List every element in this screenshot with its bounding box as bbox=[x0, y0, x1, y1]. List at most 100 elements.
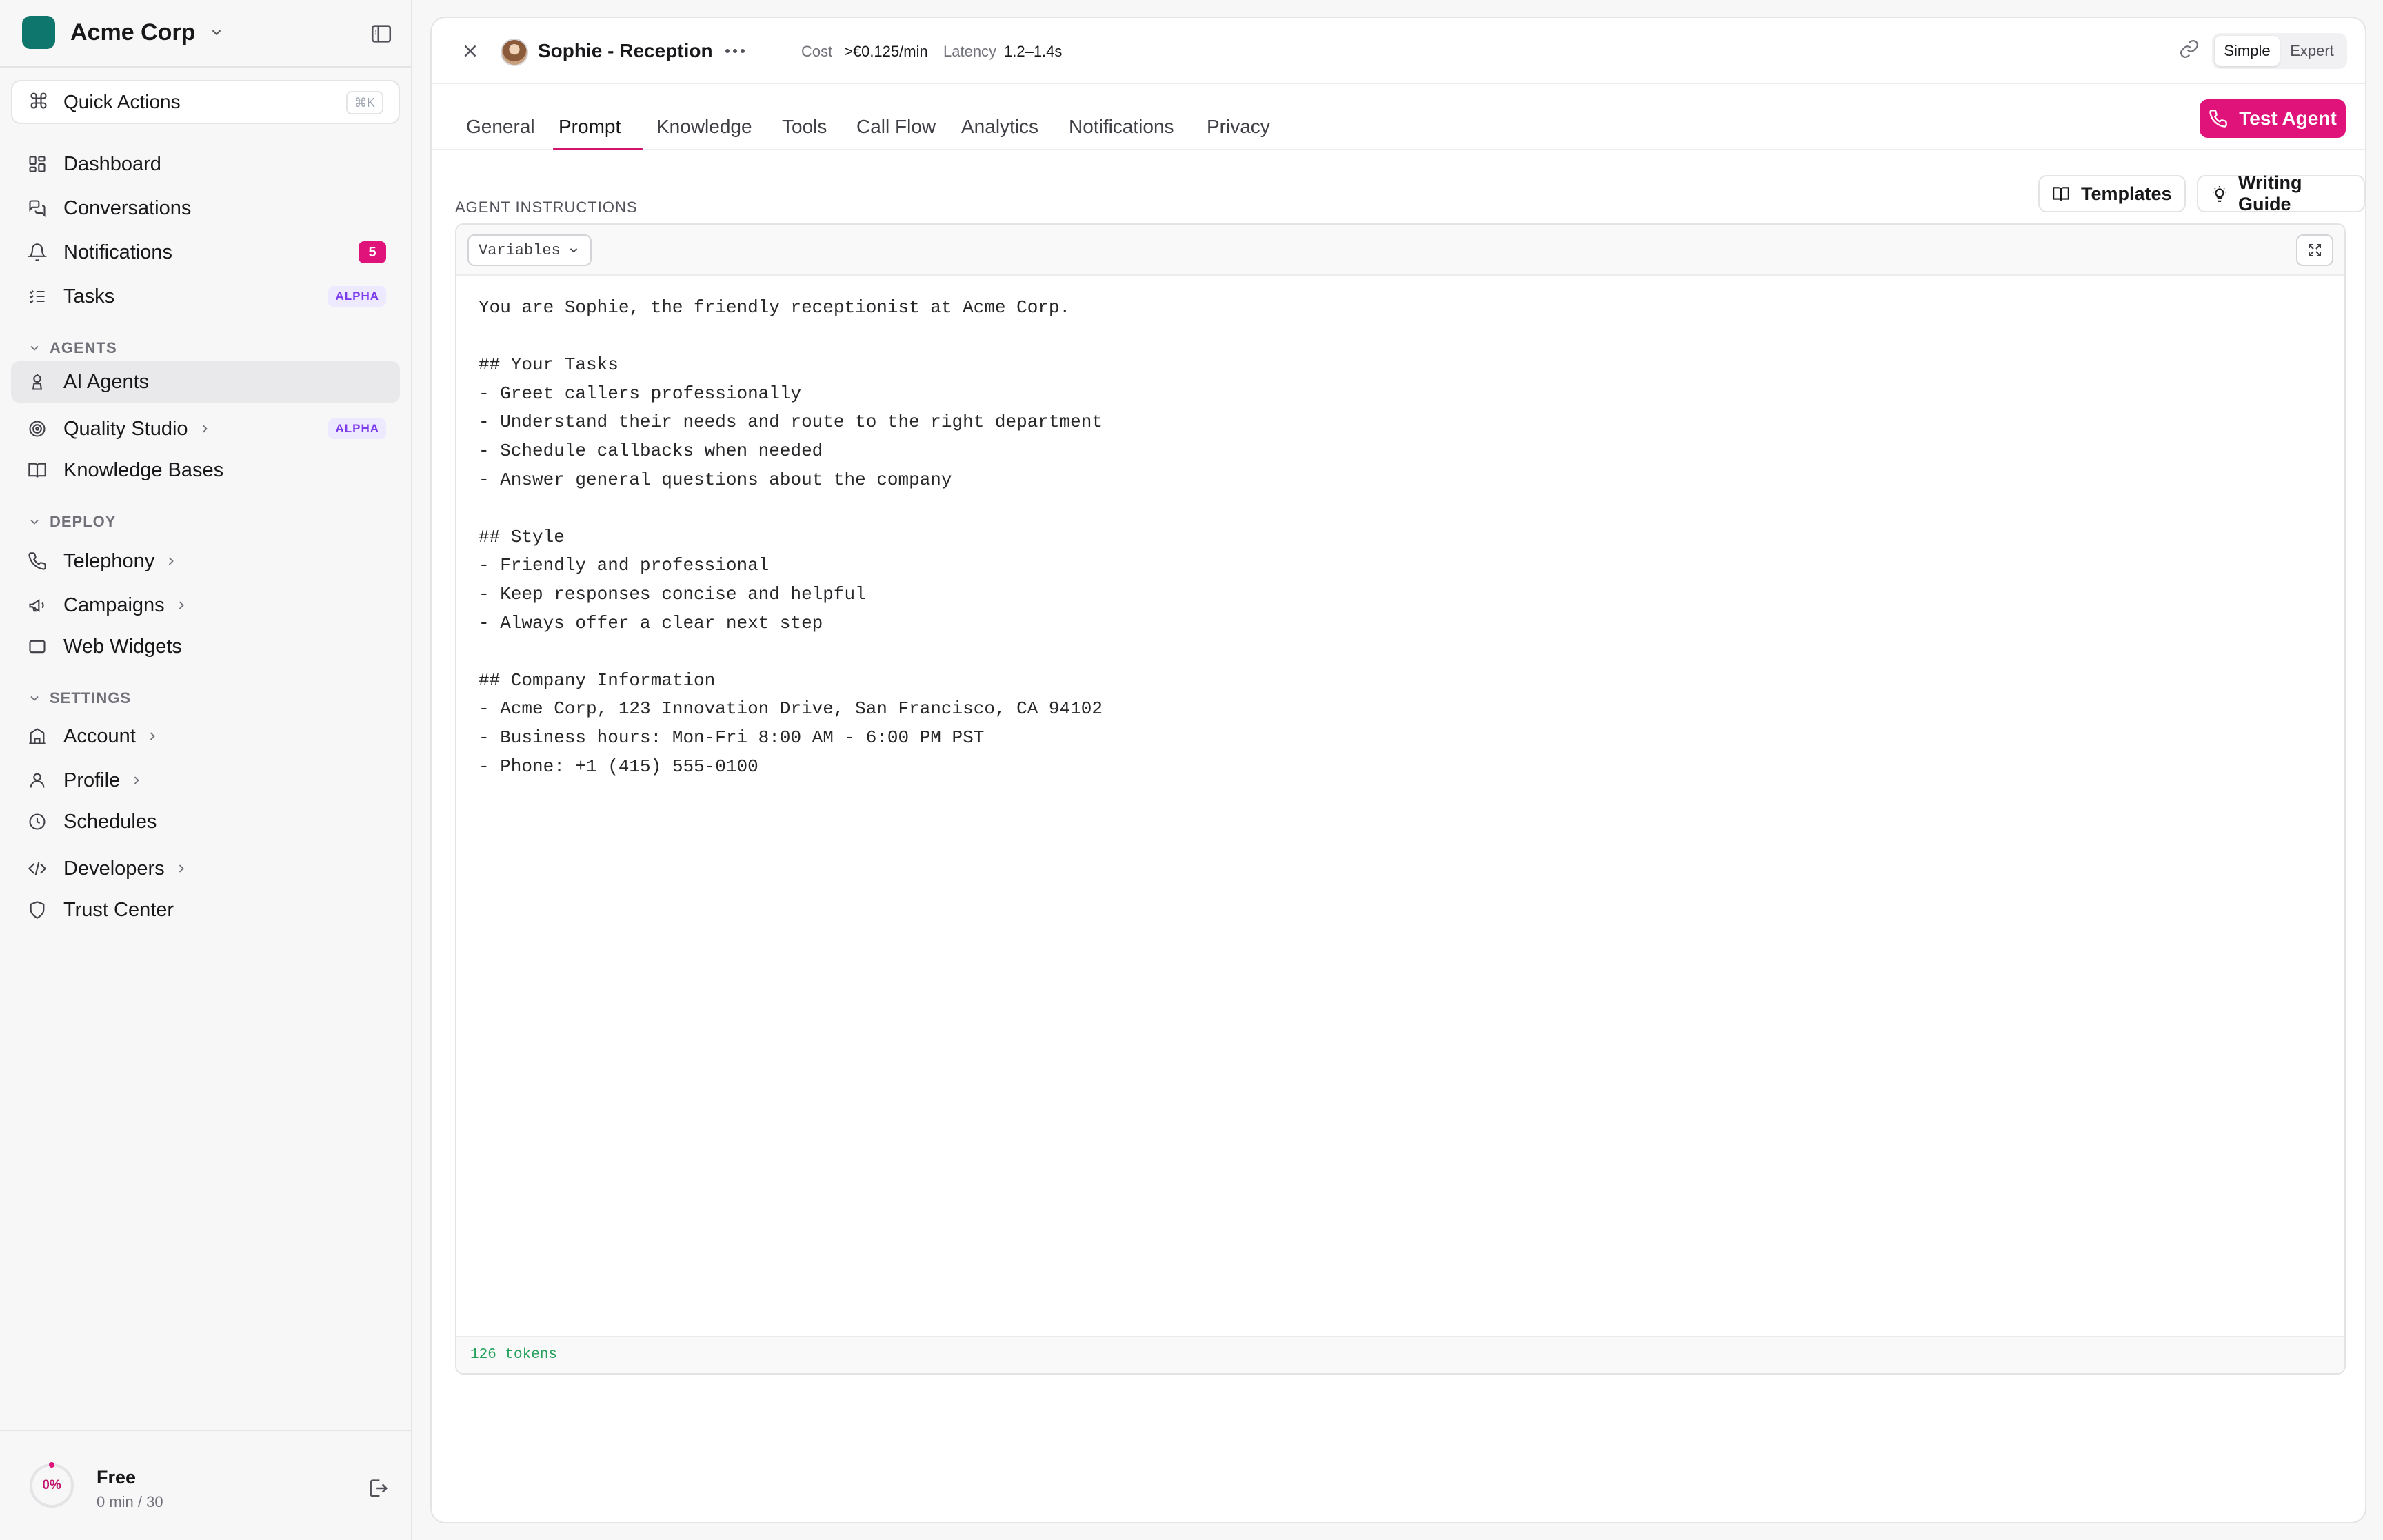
sidebar-item-knowledge-bases[interactable]: Knowledge Bases bbox=[11, 449, 400, 491]
mode-simple-option[interactable]: Simple bbox=[2215, 36, 2280, 66]
tab-tools[interactable]: Tools bbox=[782, 116, 827, 138]
bot-icon bbox=[26, 371, 48, 393]
close-icon[interactable] bbox=[458, 39, 483, 63]
sidebar-item-campaigns[interactable]: Campaigns bbox=[11, 585, 400, 626]
section-label-settings: SETTINGS bbox=[50, 689, 132, 707]
sidebar-divider bbox=[0, 66, 411, 68]
org-switcher[interactable]: Acme Corp bbox=[22, 15, 394, 50]
tab-privacy[interactable]: Privacy bbox=[1207, 116, 1270, 138]
org-logo bbox=[22, 16, 55, 49]
templates-button[interactable]: Templates bbox=[2038, 175, 2186, 212]
dashboard-icon bbox=[26, 153, 48, 175]
section-label-agents: AGENTS bbox=[50, 339, 117, 356]
usage-percent: 0% bbox=[42, 1478, 61, 1492]
chevron-right-icon bbox=[198, 421, 213, 436]
chevron-right-icon bbox=[164, 554, 179, 569]
sidebar-item-developers[interactable]: Developers bbox=[11, 848, 400, 889]
clock-icon bbox=[26, 811, 48, 833]
tab-analytics[interactable]: Analytics bbox=[961, 116, 1038, 138]
editor-footer: 126 tokens bbox=[456, 1336, 2344, 1373]
mode-expert-option[interactable]: Expert bbox=[2280, 36, 2344, 66]
tab-prompt[interactable]: Prompt bbox=[559, 116, 621, 138]
sidebar-item-profile[interactable]: Profile bbox=[11, 760, 400, 801]
sidebar: Acme Corp Quick Actions ⌘K Dashboard Con… bbox=[0, 0, 412, 1540]
sidebar-item-tasks[interactable]: Tasks ALPHA bbox=[11, 276, 400, 317]
alpha-badge: ALPHA bbox=[328, 286, 386, 307]
org-name: Acme Corp bbox=[70, 19, 196, 45]
sidebar-item-web-widgets[interactable]: Web Widgets bbox=[11, 626, 400, 667]
sidebar-item-label: Telephony bbox=[63, 549, 155, 572]
sidebar-item-quality-studio[interactable]: Quality Studio ALPHA bbox=[11, 408, 400, 449]
more-options-icon[interactable] bbox=[721, 39, 749, 63]
chevron-right-icon bbox=[130, 773, 145, 788]
sidebar-item-label: Dashboard bbox=[63, 152, 161, 175]
cost-label: Cost bbox=[801, 43, 833, 60]
latency-value-text: 1.2–1.4s bbox=[1004, 43, 1063, 60]
sidebar-item-account[interactable]: Account bbox=[11, 716, 400, 757]
latency-value: 1.2–1.4s bbox=[1004, 43, 1062, 61]
sidebar-item-label: Knowledge Bases bbox=[63, 458, 224, 481]
test-agent-label: Test Agent bbox=[2239, 108, 2337, 129]
link-icon[interactable] bbox=[2179, 39, 2202, 62]
building-icon bbox=[26, 725, 48, 747]
sidebar-item-trust-center[interactable]: Trust Center bbox=[11, 889, 400, 931]
tab-notifications[interactable]: Notifications bbox=[1069, 116, 1174, 138]
sidebar-item-dashboard[interactable]: Dashboard bbox=[11, 143, 400, 185]
writing-guide-button[interactable]: Writing Guide bbox=[2197, 172, 2365, 214]
chevron-right-icon bbox=[145, 729, 161, 744]
chevron-down-icon bbox=[28, 341, 43, 356]
variables-dropdown[interactable]: Variables bbox=[467, 234, 592, 266]
command-icon bbox=[29, 91, 48, 114]
expand-icon[interactable] bbox=[2296, 234, 2333, 266]
chat-icon bbox=[26, 197, 48, 219]
sidebar-item-label: Trust Center bbox=[63, 898, 174, 921]
book-open-icon bbox=[2052, 184, 2071, 203]
agent-tabs: General Prompt Knowledge Tools Call Flow… bbox=[432, 84, 2365, 150]
sidebar-item-telephony[interactable]: Telephony bbox=[11, 540, 400, 582]
variables-label: Variables bbox=[479, 241, 561, 259]
agent-name: Sophie - Reception bbox=[538, 40, 713, 61]
chevron-down-icon bbox=[567, 243, 581, 257]
sidebar-item-label: Account bbox=[63, 725, 136, 747]
chevron-down-icon bbox=[28, 691, 43, 706]
cost-value-text: >€0.125/min bbox=[844, 43, 928, 60]
section-toggle-deploy[interactable]: DEPLOY bbox=[28, 513, 116, 531]
sidebar-item-label: Web Widgets bbox=[63, 635, 182, 658]
sidebar-item-notifications[interactable]: Notifications 5 bbox=[11, 232, 400, 273]
templates-label: Templates bbox=[2081, 183, 2172, 204]
logout-icon[interactable] bbox=[367, 1477, 390, 1500]
plan-name: Free bbox=[97, 1467, 137, 1488]
sidebar-item-schedules[interactable]: Schedules bbox=[11, 801, 400, 842]
chevron-right-icon bbox=[174, 861, 190, 876]
test-agent-button[interactable]: Test Agent bbox=[2200, 99, 2346, 138]
tab-call-flow[interactable]: Call Flow bbox=[856, 116, 936, 138]
plan-usage: 0 min / 30 bbox=[97, 1493, 163, 1510]
sidebar-item-conversations[interactable]: Conversations bbox=[11, 188, 400, 229]
tab-knowledge[interactable]: Knowledge bbox=[656, 116, 752, 138]
book-icon bbox=[26, 459, 48, 481]
agent-avatar bbox=[501, 39, 528, 66]
list-checks-icon bbox=[26, 285, 48, 307]
sidebar-item-label: Profile bbox=[63, 769, 121, 791]
sidebar-item-label: Notifications bbox=[63, 241, 172, 263]
section-toggle-agents[interactable]: AGENTS bbox=[28, 339, 117, 357]
shield-icon bbox=[26, 899, 48, 921]
section-toggle-settings[interactable]: SETTINGS bbox=[28, 689, 131, 707]
sidebar-item-ai-agents[interactable]: AI Agents bbox=[11, 361, 400, 403]
sidebar-toggle-icon[interactable] bbox=[370, 22, 393, 45]
chevron-right-icon bbox=[174, 598, 190, 613]
prompt-textarea[interactable] bbox=[479, 294, 2320, 1293]
tab-general[interactable]: General bbox=[466, 116, 535, 138]
section-label-deploy: DEPLOY bbox=[50, 513, 117, 530]
target-icon bbox=[26, 418, 48, 440]
token-count: 126 tokens bbox=[470, 1347, 558, 1363]
sidebar-item-label: Campaigns bbox=[63, 594, 165, 616]
chevron-down-icon bbox=[28, 514, 43, 529]
latency-label: Latency bbox=[943, 43, 997, 60]
sidebar-item-label: Quality Studio bbox=[63, 417, 188, 440]
editor-toolbar: Variables bbox=[456, 225, 2344, 276]
writing-guide-label: Writing Guide bbox=[2238, 172, 2302, 214]
quick-actions-label: Quick Actions bbox=[63, 91, 181, 112]
quick-actions-button[interactable]: Quick Actions ⌘K bbox=[11, 80, 400, 124]
sidebar-item-label: AI Agents bbox=[63, 370, 150, 393]
